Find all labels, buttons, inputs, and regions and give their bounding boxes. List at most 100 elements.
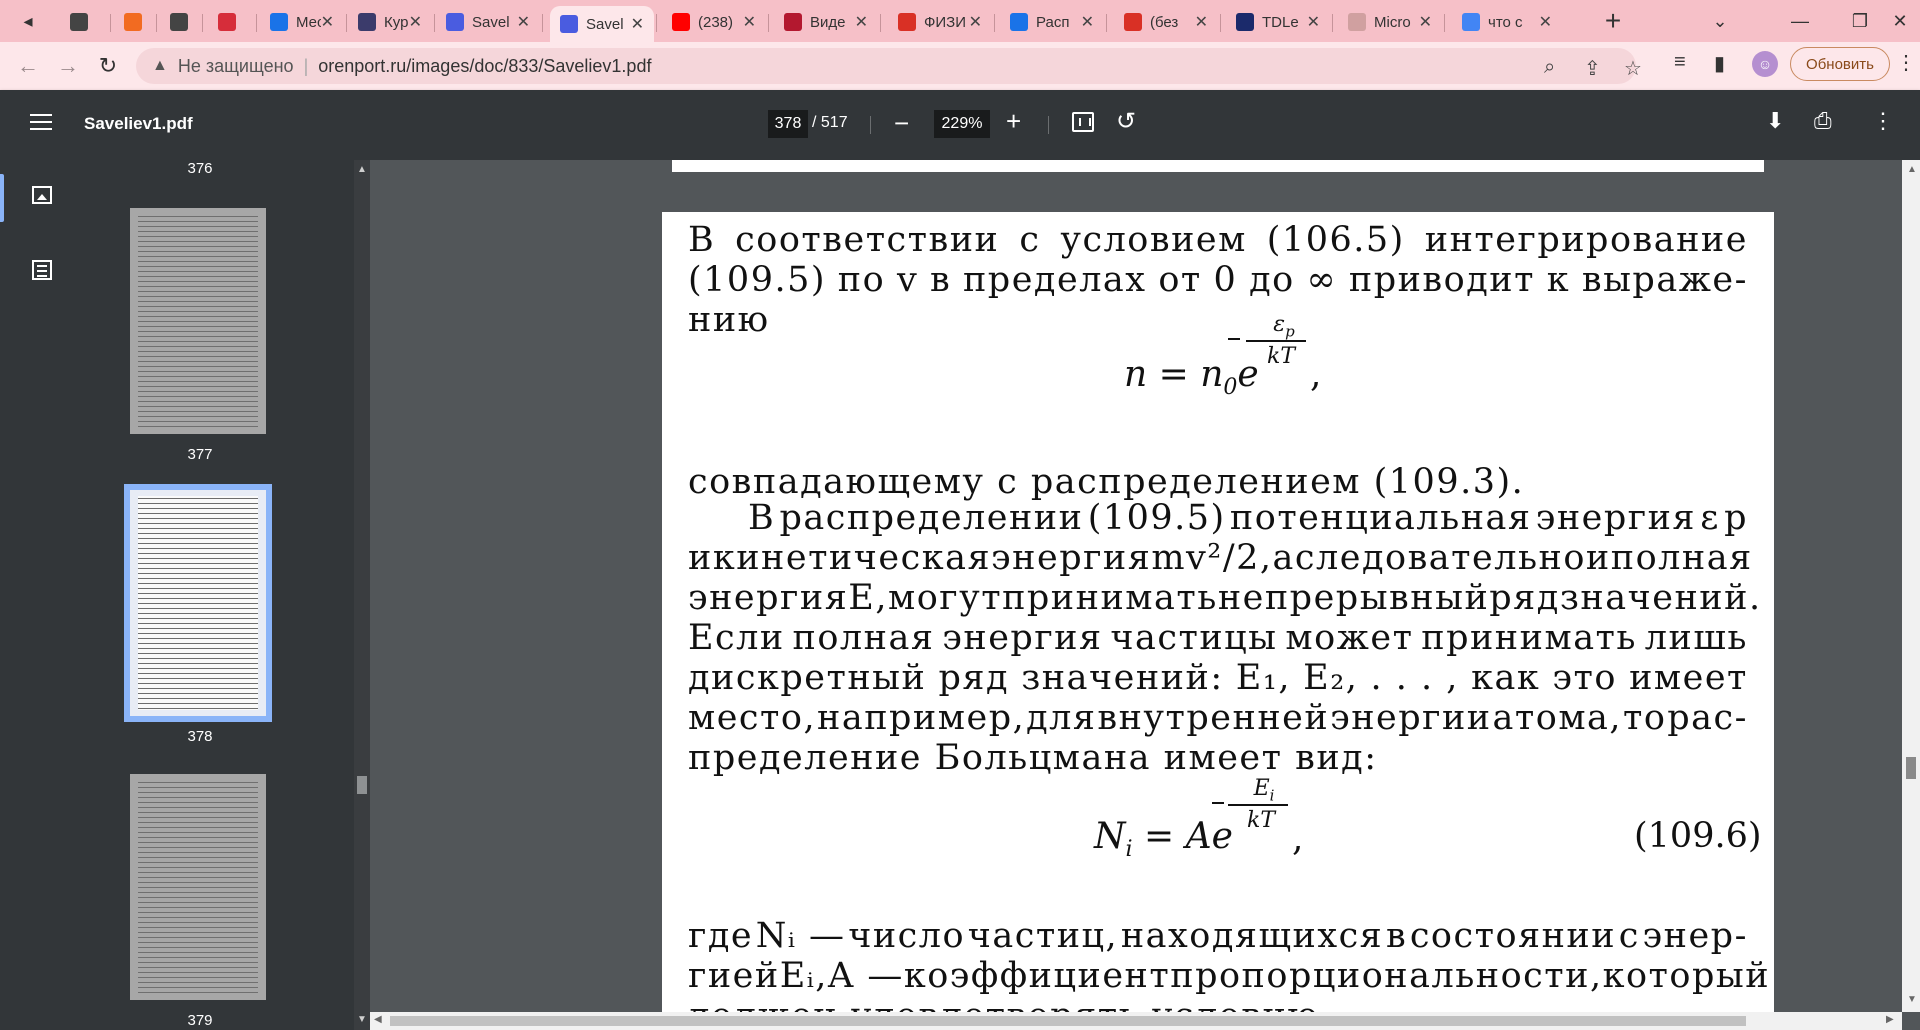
scroll-right-icon[interactable]: ▶: [1886, 1014, 1894, 1025]
fit-page-icon[interactable]: [1072, 112, 1094, 132]
tab-title: Месс: [296, 13, 321, 31]
browser-tab[interactable]: [60, 6, 108, 38]
equation-number: (109.6): [1634, 816, 1762, 856]
scroll-down-icon[interactable]: ▼: [357, 1014, 367, 1025]
word: частиц,: [967, 916, 1119, 956]
text-line: пределение Больцмана имеет вид:: [688, 738, 1378, 778]
download-icon[interactable]: ⬇: [1766, 108, 1784, 134]
browser-menu-icon[interactable]: ⋮: [1896, 50, 1916, 75]
scroll-down-icon[interactable]: ▼: [1907, 994, 1917, 1005]
warning-icon[interactable]: ▲: [152, 57, 168, 75]
browser-tab[interactable]: что с ✕: [1452, 6, 1562, 38]
close-tab-icon[interactable]: ✕: [321, 12, 334, 32]
tab-title: (без: [1150, 13, 1179, 31]
update-button[interactable]: Обновить: [1790, 47, 1890, 81]
close-tab-icon[interactable]: ✕: [409, 12, 422, 32]
star-icon[interactable]: ☆: [1624, 56, 1642, 81]
formula-numerator: εp: [1273, 312, 1295, 341]
scrollbar-thumb[interactable]: [1906, 757, 1916, 779]
browser-tab[interactable]: [114, 6, 154, 38]
rotate-icon[interactable]: ↺: [1116, 107, 1136, 136]
close-tab-icon[interactable]: ✕: [1307, 12, 1320, 32]
browser-tab[interactable]: [160, 6, 200, 38]
avatar[interactable]: ☺: [1752, 51, 1778, 77]
close-tab-icon[interactable]: ✕: [517, 12, 530, 32]
scrollbar-thumb[interactable]: [390, 1016, 1746, 1026]
browser-tab[interactable]: Savel ✕: [550, 6, 654, 42]
browser-tab[interactable]: Расп ✕: [1000, 6, 1104, 38]
close-tab-icon[interactable]: ✕: [1539, 12, 1552, 32]
scroll-up-icon[interactable]: ▲: [1907, 164, 1917, 175]
viewer-horizontal-scrollbar[interactable]: ◀ ▶: [370, 1012, 1902, 1030]
zoom-in-button[interactable]: +: [1006, 106, 1021, 137]
pdf-ring-icon: [446, 13, 464, 31]
thumbnails-icon[interactable]: [32, 186, 52, 204]
close-tab-icon[interactable]: ✕: [1081, 12, 1094, 32]
word: энергия: [1535, 498, 1697, 538]
word: к: [1546, 260, 1571, 300]
outline-icon[interactable]: [32, 260, 52, 280]
close-tab-icon[interactable]: ✕: [855, 12, 868, 32]
browser-tab[interactable]: [208, 6, 254, 38]
word: условием: [1060, 220, 1247, 260]
word: дискретный: [688, 658, 927, 698]
playlist-icon[interactable]: ≡: [1674, 51, 1686, 74]
minimize-button[interactable]: —: [1770, 0, 1830, 42]
new-tab-button[interactable]: +: [1583, 0, 1643, 42]
zoom-out-button[interactable]: −: [894, 108, 909, 139]
tab-separator: [768, 14, 769, 32]
thumbnail-page[interactable]: [130, 774, 266, 1000]
word: (109.5): [688, 260, 827, 300]
browser-tab[interactable]: Виде ✕: [774, 6, 878, 38]
reload-button[interactable]: ↻: [94, 52, 122, 80]
back-button[interactable]: ←: [14, 52, 42, 80]
browser-tab[interactable]: Курс✕: [348, 6, 432, 38]
audio-icon[interactable]: ◂: [8, 0, 48, 42]
close-tab-icon[interactable]: ✕: [631, 14, 644, 34]
formula: Ni = Ae: [1094, 816, 1233, 863]
sidebar-scrollbar[interactable]: ▲ ▼: [354, 160, 370, 1030]
page-number-input[interactable]: 378: [768, 110, 808, 138]
browser-tab[interactable]: (238) ✕: [662, 6, 766, 38]
scroll-left-icon[interactable]: ◀: [374, 1014, 382, 1025]
browser-tab[interactable]: Micro ✕: [1338, 6, 1442, 38]
browser-tab[interactable]: Savel ✕: [436, 6, 540, 38]
word: . . . ,: [1370, 658, 1459, 698]
share-icon[interactable]: ⇪: [1584, 56, 1601, 81]
url-text[interactable]: orenport.ru/images/doc/833/Saveliev1.pdf: [318, 56, 651, 77]
browser-tab[interactable]: Месс✕: [260, 6, 344, 38]
scrollbar-thumb[interactable]: [357, 776, 367, 794]
close-tab-icon[interactable]: ✕: [1419, 12, 1432, 32]
tab-separator: [994, 14, 995, 32]
word: с: [1618, 916, 1640, 956]
text-line: где Nᵢ — число частиц, находящихся в состоянии…: [688, 916, 1748, 956]
scroll-up-icon[interactable]: ▲: [357, 164, 367, 175]
close-window-button[interactable]: ✕: [1870, 0, 1920, 42]
chevron-down-icon[interactable]: ⌄: [1690, 0, 1750, 42]
word: пределах: [962, 260, 1147, 300]
zoom-icon[interactable]: ⌕: [1544, 56, 1555, 79]
word: и: [688, 538, 713, 578]
address-bar[interactable]: ▲ Не защищено | orenport.ru/images/doc/8…: [136, 48, 1642, 84]
word: v: [896, 260, 919, 300]
more-options-icon[interactable]: ⋮: [1872, 108, 1894, 134]
close-tab-icon[interactable]: ✕: [969, 12, 982, 32]
browser-tab[interactable]: (без ✕: [1114, 6, 1218, 38]
close-tab-icon[interactable]: ✕: [743, 12, 756, 32]
browser-tab[interactable]: TDLe ✕: [1226, 6, 1330, 38]
menu-icon[interactable]: [30, 114, 52, 132]
divider: [1048, 116, 1049, 134]
word: A —: [827, 956, 904, 996]
sidepanel-icon[interactable]: ▮: [1714, 51, 1725, 76]
browser-tab[interactable]: ФИЗИ ✕: [888, 6, 992, 38]
close-tab-icon[interactable]: ✕: [1195, 12, 1208, 32]
viewer-vertical-scrollbar[interactable]: ▲ ▼: [1902, 160, 1920, 1012]
thumbnail-page[interactable]: [130, 208, 266, 434]
print-icon[interactable]: ⎙: [1814, 108, 1832, 134]
forward-button[interactable]: →: [54, 52, 82, 80]
text-line: Враспределении (109.5) потенциальная энерги…: [688, 498, 1748, 538]
word: атома,: [1492, 698, 1623, 738]
tab-title: Micro: [1374, 13, 1411, 31]
thumbnail-page-selected[interactable]: [124, 484, 272, 722]
zoom-input[interactable]: 229%: [934, 110, 990, 138]
